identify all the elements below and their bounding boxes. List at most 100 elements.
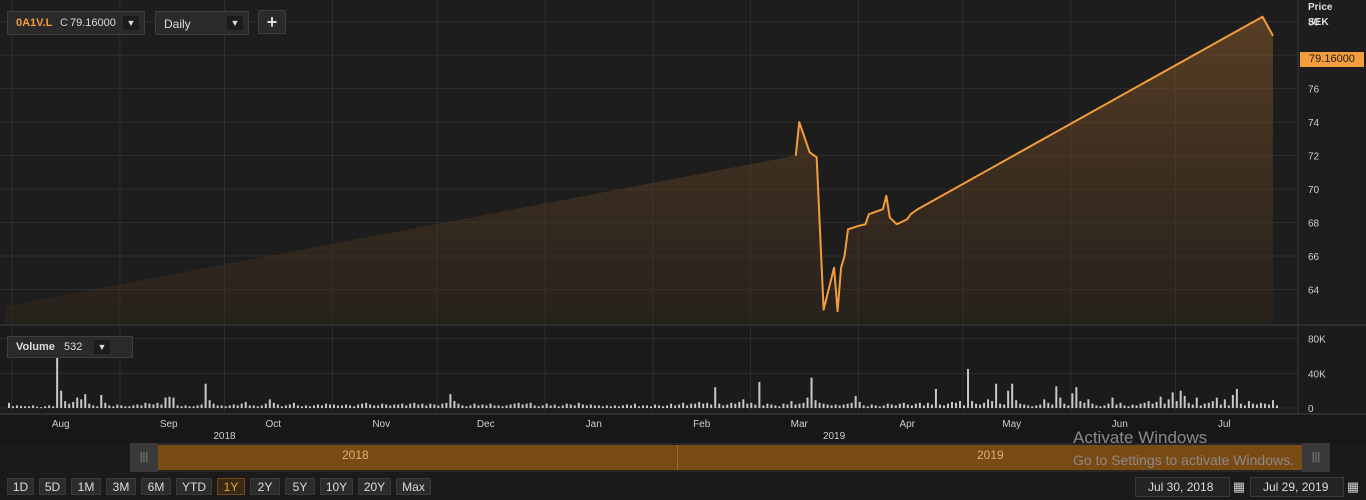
volume-bar bbox=[12, 406, 15, 408]
chevron-down-icon[interactable]: ▼ bbox=[227, 16, 243, 30]
volume-bar bbox=[906, 404, 909, 408]
volume-bar bbox=[834, 404, 837, 408]
volume-bar bbox=[280, 406, 283, 408]
volume-bar bbox=[698, 401, 701, 408]
volume-bar bbox=[686, 405, 689, 408]
volume-bar bbox=[433, 404, 436, 408]
x-tick-label: Jul bbox=[1218, 419, 1231, 430]
calendar-icon[interactable]: ▦ bbox=[1230, 478, 1248, 496]
volume-bar bbox=[381, 403, 384, 408]
chevron-down-icon[interactable]: ▼ bbox=[123, 16, 139, 30]
volume-bar bbox=[224, 406, 227, 408]
volume-bar bbox=[521, 404, 524, 408]
volume-bar bbox=[260, 405, 263, 408]
x-tick-label: Jan bbox=[586, 419, 602, 430]
volume-bar bbox=[609, 406, 612, 408]
volume-bar bbox=[425, 405, 428, 408]
volume-bar bbox=[1119, 402, 1122, 408]
volume-bar bbox=[778, 406, 781, 408]
volume-bar bbox=[850, 402, 853, 408]
volume-bar bbox=[678, 404, 681, 408]
range-button-10y[interactable]: 10Y bbox=[320, 478, 353, 495]
volume-bar bbox=[1091, 403, 1094, 408]
volume-bar bbox=[256, 406, 259, 408]
volume-bar bbox=[794, 404, 797, 408]
volume-bar bbox=[497, 405, 500, 408]
add-indicator-button[interactable]: + bbox=[258, 10, 286, 34]
volume-bar bbox=[56, 356, 59, 408]
symbol-selector[interactable]: 0A1V.L C 79.16000 ▼ bbox=[7, 11, 145, 35]
volume-bar bbox=[922, 405, 925, 408]
volume-bar bbox=[296, 405, 299, 408]
volume-bar bbox=[967, 369, 970, 408]
volume-bar bbox=[268, 399, 271, 408]
volume-bar bbox=[890, 404, 893, 408]
volume-bar bbox=[714, 387, 717, 408]
volume-bar bbox=[866, 406, 869, 408]
volume-bar bbox=[726, 404, 729, 408]
volume-bar bbox=[276, 404, 279, 408]
range-button-2y[interactable]: 2Y bbox=[250, 478, 280, 495]
calendar-icon[interactable]: ▦ bbox=[1344, 478, 1362, 496]
volume-bar bbox=[493, 405, 496, 408]
volume-bar bbox=[104, 402, 107, 408]
volume-bar bbox=[140, 405, 143, 408]
volume-bar bbox=[746, 403, 749, 408]
volume-bar bbox=[666, 405, 669, 408]
volume-bar bbox=[918, 402, 921, 408]
volume-bar bbox=[1207, 402, 1210, 408]
interval-select[interactable]: Daily ▼ bbox=[155, 11, 249, 35]
volume-bar bbox=[670, 403, 673, 408]
volume-bar bbox=[963, 405, 966, 408]
range-button-5d[interactable]: 5D bbox=[39, 478, 66, 495]
volume-bar bbox=[1171, 392, 1174, 408]
last-price-tag: 79.16000 bbox=[1300, 52, 1364, 67]
volume-bar bbox=[333, 404, 336, 408]
range-button-ytd[interactable]: YTD bbox=[176, 478, 212, 495]
symbol-label: 0A1V.L bbox=[16, 17, 53, 29]
volume-bar bbox=[1075, 387, 1078, 408]
range-button-1y[interactable]: 1Y bbox=[217, 478, 245, 495]
volume-bar bbox=[882, 405, 885, 408]
x-tick-label: May bbox=[1002, 419, 1021, 430]
volume-bar bbox=[196, 405, 199, 408]
date-to[interactable]: Jul 29, 2019 bbox=[1250, 477, 1344, 497]
volume-bar bbox=[706, 402, 709, 408]
volume-bar bbox=[184, 405, 187, 408]
volume-bar bbox=[1247, 401, 1250, 408]
volume-bar bbox=[658, 405, 661, 408]
volume-bar bbox=[40, 407, 43, 409]
volume-bar bbox=[946, 403, 949, 408]
volume-bar bbox=[959, 401, 961, 408]
volume-bar bbox=[565, 403, 568, 408]
volume-bar bbox=[60, 390, 63, 408]
x-tick-label: Sep bbox=[160, 419, 178, 430]
date-from[interactable]: Jul 30, 2018 bbox=[1135, 477, 1230, 497]
range-button-5y[interactable]: 5Y bbox=[285, 478, 315, 495]
volume-bar bbox=[646, 405, 649, 408]
range-button-1d[interactable]: 1D bbox=[7, 478, 34, 495]
volume-bar bbox=[1063, 403, 1066, 408]
volume-bar bbox=[1079, 401, 1082, 408]
volume-bar bbox=[750, 402, 753, 408]
chevron-down-icon[interactable]: ▼ bbox=[94, 340, 110, 354]
volume-bar bbox=[597, 405, 600, 408]
volume-bar bbox=[766, 403, 769, 408]
volume-bar bbox=[417, 404, 420, 408]
range-button-1m[interactable]: 1M bbox=[71, 478, 101, 495]
volume-bar bbox=[738, 401, 741, 408]
volume-selector[interactable]: Volume 532 ▼ bbox=[7, 336, 133, 358]
volume-bar bbox=[509, 404, 512, 408]
volume-bar bbox=[316, 404, 319, 408]
navigator-right-handle[interactable]: ||| bbox=[1302, 443, 1330, 472]
volume-bar bbox=[1239, 403, 1242, 408]
volume-bar bbox=[702, 403, 705, 408]
volume-bar bbox=[168, 396, 171, 408]
range-button-6m[interactable]: 6M bbox=[141, 478, 171, 495]
range-button-20y[interactable]: 20Y bbox=[358, 478, 391, 495]
range-button-max[interactable]: Max bbox=[396, 478, 431, 495]
navigator-left-handle[interactable]: ||| bbox=[130, 443, 158, 472]
range-button-3m[interactable]: 3M bbox=[106, 478, 136, 495]
volume-bar bbox=[248, 405, 251, 408]
price-axis-currency: SEK bbox=[1308, 17, 1329, 28]
